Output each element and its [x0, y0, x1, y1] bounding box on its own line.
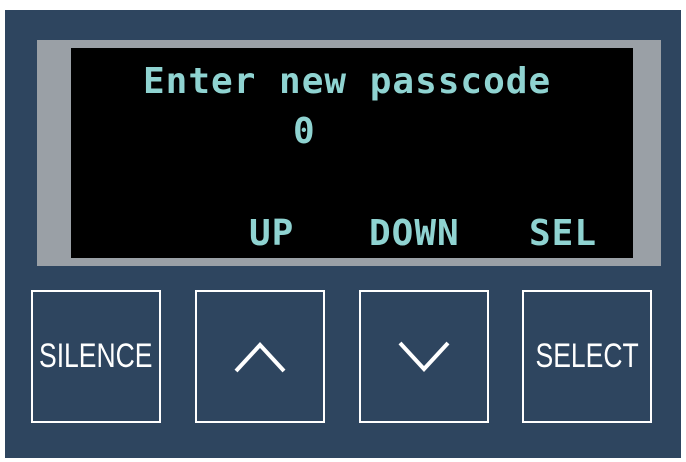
- display-bezel: Enter new passcode 0 UP DOWN SEL: [37, 40, 661, 266]
- silence-button-label: SILENCE: [39, 337, 153, 375]
- passcode-prompt: Enter new passcode: [143, 61, 552, 102]
- chevron-up-icon: [230, 337, 290, 377]
- select-button[interactable]: SELECT: [522, 290, 652, 423]
- chevron-down-icon: [394, 337, 454, 377]
- select-button-label: SELECT: [535, 337, 639, 375]
- silence-button[interactable]: SILENCE: [31, 290, 161, 423]
- up-button[interactable]: [195, 290, 325, 423]
- softkey-label-down: DOWN: [369, 213, 460, 254]
- down-button[interactable]: [359, 290, 489, 423]
- passcode-digit: 0: [293, 111, 316, 152]
- lcd-screen: Enter new passcode 0 UP DOWN SEL: [71, 48, 633, 258]
- softkey-label-sel: SEL: [529, 213, 598, 254]
- softkey-label-up: UP: [249, 213, 295, 254]
